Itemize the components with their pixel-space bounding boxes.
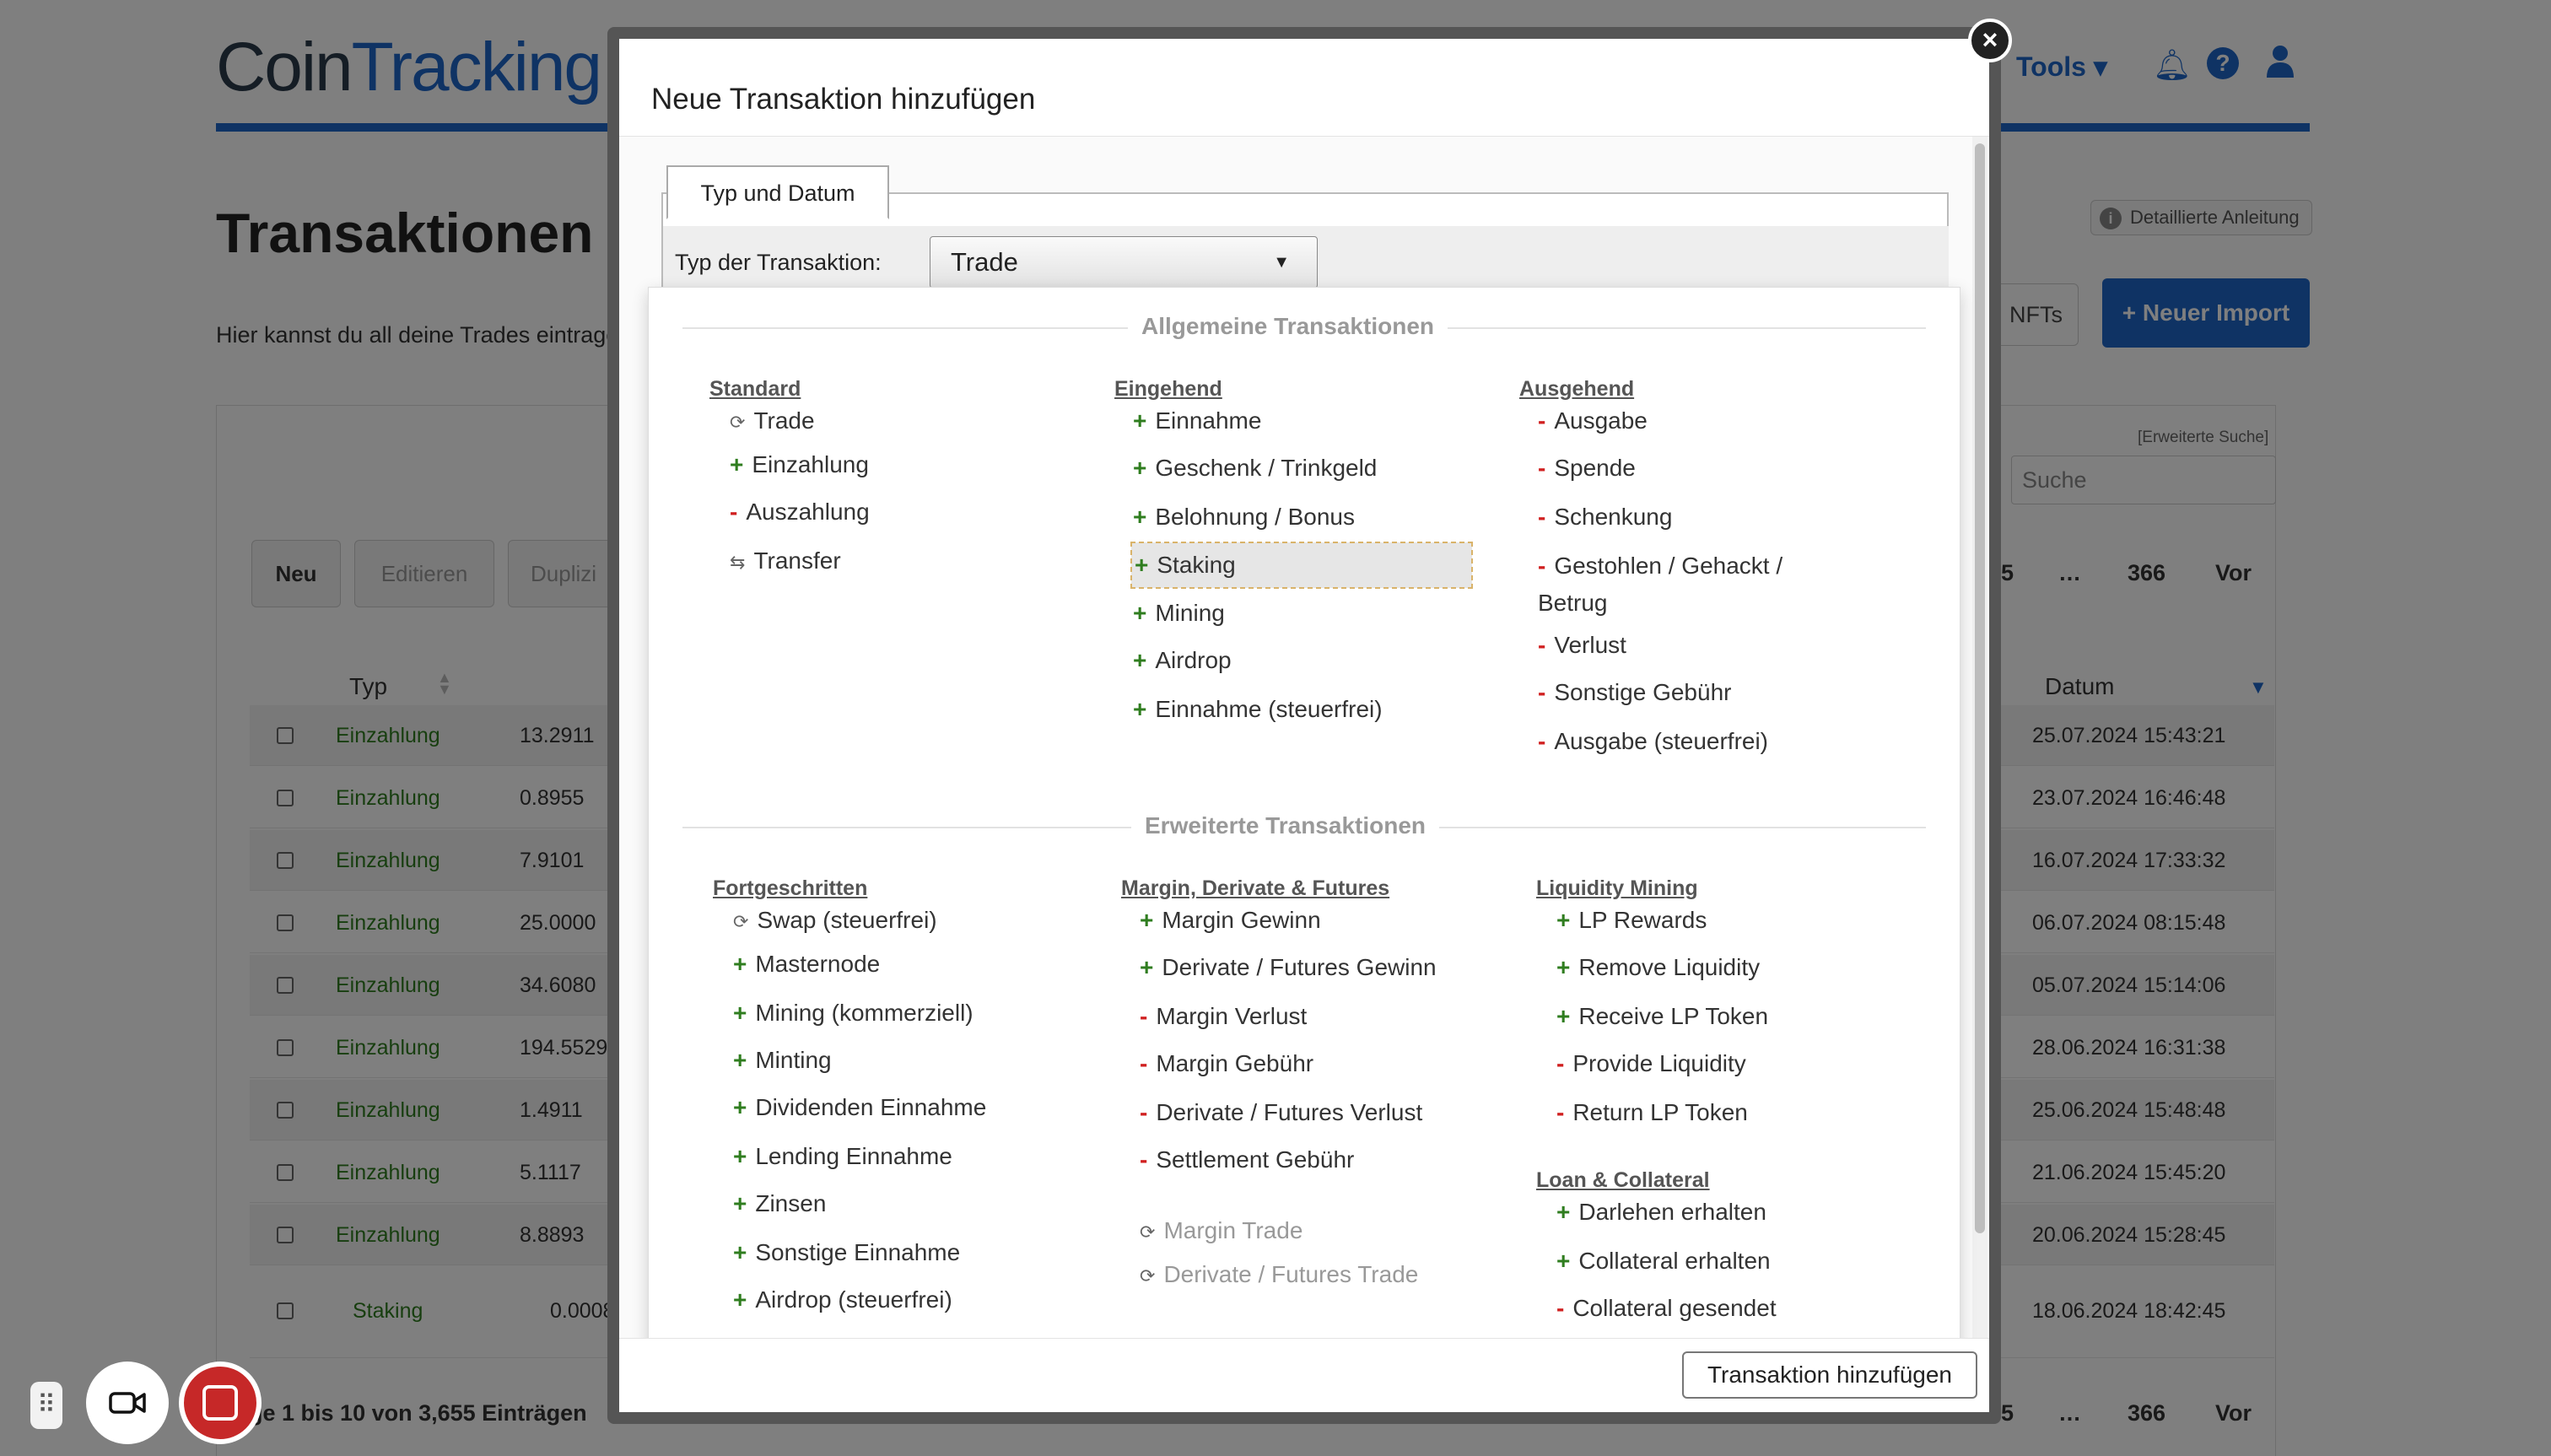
option-masternode[interactable]: + Masternode xyxy=(733,947,880,981)
option-margin-gewinn[interactable]: + Margin Gewinn xyxy=(1140,903,1321,937)
option-margin-gebuehr[interactable]: - Margin Gebühr xyxy=(1140,1047,1313,1081)
option-auszahlung[interactable]: - Auszahlung xyxy=(730,495,870,529)
option-derivate-futures-trade[interactable]: ⟳ Derivate / Futures Trade xyxy=(1140,1258,1418,1292)
option-minting[interactable]: + Minting xyxy=(733,1043,832,1077)
option-provide-liquidity[interactable]: - Provide Liquidity xyxy=(1556,1047,1746,1081)
option-belohnung-bonus[interactable]: + Belohnung / Bonus xyxy=(1133,500,1355,534)
drag-handle-icon[interactable]: ⠿ xyxy=(30,1382,62,1429)
option-ausgabe-steuerfrei[interactable]: - Ausgabe (steuerfrei) xyxy=(1538,725,1768,758)
dialog-title: Neue Transaktion hinzufügen xyxy=(651,83,1036,116)
transaction-type-select[interactable]: Trade ▼ xyxy=(930,236,1318,289)
option-geschenk-trinkgeld[interactable]: + Geschenk / Trinkgeld xyxy=(1133,451,1377,485)
option-darlehen-erhalten[interactable]: + Darlehen erhalten xyxy=(1556,1195,1766,1229)
section-title-general: Allgemeine Transaktionen xyxy=(1128,313,1448,340)
option-collateral-gesendet[interactable]: - Collateral gesendet xyxy=(1556,1292,1777,1325)
option-return-lp-token[interactable]: - Return LP Token xyxy=(1556,1096,1748,1130)
option-einnahme[interactable]: + Einnahme xyxy=(1133,404,1261,438)
tab-type-and-date[interactable]: Typ und Datum xyxy=(666,165,889,219)
option-verlust[interactable]: - Verlust xyxy=(1538,628,1626,662)
option-swap-steuerfrei[interactable]: ⟳ Swap (steuerfrei) xyxy=(733,903,937,937)
option-spende[interactable]: - Spende xyxy=(1538,451,1636,485)
group-header-outgoing: Ausgehend xyxy=(1519,377,1635,401)
option-collateral-erhalten[interactable]: + Collateral erhalten xyxy=(1556,1244,1771,1278)
option-airdrop[interactable]: + Airdrop xyxy=(1133,644,1232,677)
option-sonstige-einnahme[interactable]: + Sonstige Einnahme xyxy=(733,1236,960,1270)
option-gestohlen[interactable]: - Gestohlen / Gehackt / Betrug xyxy=(1538,547,1825,622)
group-header-advanced: Fortgeschritten xyxy=(713,876,868,900)
option-derivate-futures-gewinn[interactable]: + Derivate / Futures Gewinn xyxy=(1140,951,1437,984)
option-remove-liquidity[interactable]: + Remove Liquidity xyxy=(1556,951,1760,984)
option-schenkung[interactable]: - Schenkung xyxy=(1538,500,1672,534)
option-transfer[interactable]: ⇆ Transfer xyxy=(730,544,841,578)
group-header-incoming: Eingehend xyxy=(1114,377,1222,401)
option-mining[interactable]: + Mining xyxy=(1133,596,1225,630)
option-margin-trade[interactable]: ⟳ Margin Trade xyxy=(1140,1214,1302,1248)
dialog-scrollbar-thumb[interactable] xyxy=(1975,143,1985,1233)
add-transaction-button[interactable]: Transaktion hinzufügen xyxy=(1682,1351,1977,1399)
option-derivate-futures-verlust[interactable]: - Derivate / Futures Verlust xyxy=(1140,1096,1422,1130)
option-ausgabe[interactable]: - Ausgabe xyxy=(1538,404,1648,438)
option-airdrop-steuerfrei[interactable]: + Airdrop (steuerfrei) xyxy=(733,1283,952,1317)
option-settlement-gebuehr[interactable]: - Settlement Gebühr xyxy=(1140,1143,1354,1177)
group-header-loan: Loan & Collateral xyxy=(1536,1168,1710,1192)
dropdown-caret-icon: ▼ xyxy=(1273,253,1290,272)
video-camera-icon[interactable] xyxy=(86,1362,169,1444)
stop-record-icon[interactable] xyxy=(179,1362,262,1444)
close-icon[interactable]: × xyxy=(1968,19,2012,62)
add-transaction-dialog: Neue Transaktion hinzufügen Typ und Datu… xyxy=(607,27,2001,1424)
option-zinsen[interactable]: + Zinsen xyxy=(733,1187,826,1221)
group-header-standard: Standard xyxy=(709,377,801,401)
option-dividenden-einnahme[interactable]: + Dividenden Einnahme xyxy=(733,1091,986,1124)
option-trade[interactable]: ⟳ Trade xyxy=(730,404,815,438)
option-margin-verlust[interactable]: - Margin Verlust xyxy=(1140,1000,1307,1033)
option-sonstige-gebuehr[interactable]: - Sonstige Gebühr xyxy=(1538,676,1731,709)
transaction-type-label: Typ der Transaktion: xyxy=(675,250,882,275)
option-lending-einnahme[interactable]: + Lending Einnahme xyxy=(733,1140,952,1173)
page: CoinTracking Tools ▾ 🔔︎ ? Transaktionen … xyxy=(0,0,2551,1456)
group-header-margin: Margin, Derivate & Futures xyxy=(1121,876,1390,900)
group-header-liquidity: Liquidity Mining xyxy=(1536,876,1698,900)
option-receive-lp-token[interactable]: + Receive LP Token xyxy=(1556,1000,1768,1033)
option-staking[interactable]: + Staking xyxy=(1130,542,1473,589)
option-mining-kommerziell[interactable]: + Mining (kommerziell) xyxy=(733,996,973,1030)
section-title-advanced: Erweiterte Transaktionen xyxy=(1131,812,1440,839)
dialog-header: Neue Transaktion hinzufügen xyxy=(619,39,1989,137)
transaction-type-dropdown: Allgemeine Transaktionen Standard ⟳ Trade… xyxy=(648,287,1960,1348)
option-einnahme-steuerfrei[interactable]: + Einnahme (steuerfrei) xyxy=(1133,693,1383,726)
option-lp-rewards[interactable]: + LP Rewards xyxy=(1556,903,1707,937)
option-einzahlung[interactable]: + Einzahlung xyxy=(730,448,869,482)
